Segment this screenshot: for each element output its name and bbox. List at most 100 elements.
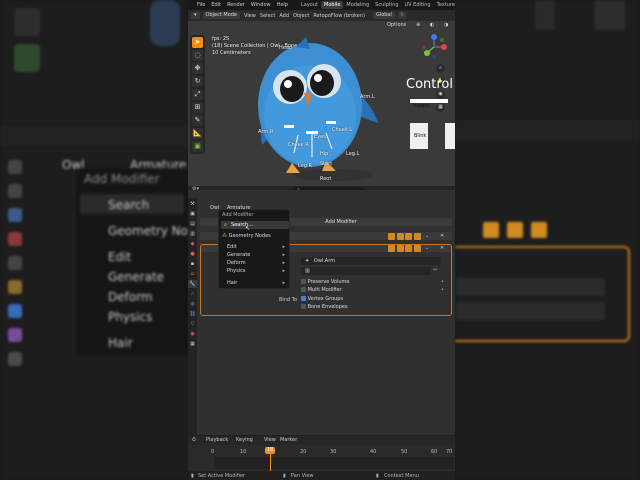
add-cube-tool-icon[interactable]: ▣	[192, 141, 203, 152]
transform-tool-icon[interactable]: ⊞	[192, 102, 203, 113]
gizmo-toggle[interactable]: ⊕	[413, 22, 424, 29]
playhead-line	[270, 454, 271, 471]
modifier-dropdown-icon[interactable]: ⌄	[425, 232, 429, 240]
checkbox-box[interactable]	[301, 287, 306, 292]
rotate-tool-icon[interactable]: ↻	[192, 76, 203, 87]
annotate-tool-icon[interactable]: ✎	[192, 115, 203, 126]
menu-search-field[interactable]: ⌕ Search...	[221, 221, 289, 229]
checkbox-box[interactable]	[301, 304, 306, 309]
invert-toggle-icon[interactable]: ↔	[433, 267, 437, 273]
viewport-toggle-icon[interactable]	[405, 233, 413, 240]
bone-head-label[interactable]: Head	[279, 45, 292, 51]
menu-item-generate[interactable]: Generate	[227, 252, 250, 258]
snap-button[interactable]: ⌇	[397, 12, 407, 19]
bone-eyes-label[interactable]: Eyes	[314, 134, 326, 140]
menu-item-edit[interactable]: Edit	[227, 244, 237, 250]
bone-leg-r-label[interactable]: Leg.R	[298, 163, 312, 169]
material-tab-icon[interactable]: ◉	[188, 330, 197, 338]
timeline-scrubber[interactable]: 0 10 20 30 40 50 60 70 18	[188, 445, 455, 471]
checkbox-multi-modifier[interactable]: Multi Modifier	[301, 287, 342, 293]
scale-tool-icon[interactable]: ⤢	[192, 89, 203, 100]
data-tab-icon[interactable]: ▽	[188, 320, 197, 328]
checkbox-vertex-groups[interactable]: Vertex Groups	[301, 296, 343, 302]
tab-mobile[interactable]: Mobile	[321, 1, 344, 9]
bone-leg-l-label[interactable]: Leg.L	[346, 151, 359, 157]
collection-tab-icon[interactable]: ▪	[188, 260, 197, 268]
menu-window[interactable]: Window	[251, 2, 271, 8]
bone-start-label[interactable]: Start	[320, 161, 332, 167]
world-tab-icon[interactable]: ●	[188, 250, 197, 258]
menu-help[interactable]: Help	[277, 2, 288, 8]
texture-tab-icon[interactable]: ▦	[188, 340, 197, 348]
timeline-track[interactable]	[214, 457, 454, 469]
retopoflow-menu[interactable]: RetopoFlow (broken)	[313, 13, 365, 19]
cursor-tool-icon[interactable]: ➤	[192, 37, 203, 48]
modifier-tab-icon[interactable]: 🔧	[188, 280, 197, 288]
bone-root-label[interactable]: Root	[320, 176, 331, 182]
armature-object-field[interactable]: ✦ Owl.Arm	[301, 257, 441, 265]
vp-menu-object[interactable]: Object	[293, 13, 309, 19]
select-tool-icon[interactable]: ◌	[192, 50, 203, 61]
zoom-icon[interactable]: ⌕	[436, 64, 445, 73]
timeline-menu-keying[interactable]: Keying	[236, 437, 253, 443]
menu-item-geometry-nodes[interactable]: ⁂ Geometry Nodes	[222, 233, 271, 239]
menu-file[interactable]: File	[197, 2, 205, 8]
render-toggle-icon[interactable]	[413, 233, 421, 240]
tab-sculpting[interactable]: Sculpting	[372, 1, 401, 9]
modifier-close-icon[interactable]: ✕	[440, 232, 444, 240]
current-frame-indicator[interactable]: 18	[265, 447, 275, 454]
timeline-menu-playback[interactable]: Playback	[206, 437, 228, 443]
vp-menu-view[interactable]: View	[244, 13, 256, 19]
menu-item-physics[interactable]: Physics	[227, 268, 246, 274]
submenu-arrow-icon: ▸	[282, 252, 285, 258]
cage-toggle-icon[interactable]	[396, 233, 404, 240]
editor-type-button[interactable]: ▾	[191, 12, 200, 19]
menu-label: Edit	[227, 244, 237, 250]
view-layer-tab-icon[interactable]: ▥	[188, 230, 197, 238]
tab-layout[interactable]: Layout	[298, 1, 321, 9]
vp-menu-add[interactable]: Add	[279, 13, 289, 19]
orientation-select[interactable]: Global	[372, 12, 395, 19]
output-tab-icon[interactable]: ▤	[188, 220, 197, 228]
menu-edit[interactable]: Edit	[211, 2, 221, 8]
tab-texture-paint[interactable]: Texture P	[434, 1, 455, 9]
tab-uv-editing[interactable]: UV Editing	[402, 1, 434, 9]
measure-tool-icon[interactable]: 📐	[192, 128, 203, 139]
checkbox-box[interactable]	[301, 279, 306, 284]
bone-arm-r-label[interactable]: Arm.R	[258, 129, 273, 135]
checkbox-bone-envelopes[interactable]: Bone Envelopes	[301, 304, 348, 310]
bone-hip-label[interactable]: Hip	[320, 151, 328, 157]
menu-item-deform[interactable]: Deform	[227, 260, 246, 266]
tab-modeling[interactable]: Modeling	[343, 1, 372, 9]
render-tab-icon[interactable]: ▣	[188, 210, 197, 218]
mode-select[interactable]: Object Mode	[202, 12, 241, 19]
scene-tab-icon[interactable]: ◆	[188, 240, 197, 248]
checkbox-box-checked[interactable]	[301, 296, 306, 301]
particles-tab-icon[interactable]: ∴	[188, 290, 197, 298]
move-tool-icon[interactable]: ✥	[192, 63, 203, 74]
control-box[interactable]	[445, 123, 455, 149]
3d-viewport[interactable]: Options ⊕ ◐ ◑ fps: 25 (18) Scene Collect…	[188, 21, 455, 186]
constraints-tab-icon[interactable]: ⛓	[188, 310, 197, 318]
edit-mode-toggle-icon[interactable]	[388, 233, 395, 240]
tool-tab-icon[interactable]: ⚒	[188, 200, 197, 208]
timeline-editor-icon[interactable]: ⏱	[192, 437, 196, 443]
navigation-gizmo[interactable]	[420, 33, 448, 61]
timeline-menu-marker[interactable]: Marker	[280, 437, 297, 443]
bone-cheek-r-label[interactable]: Cheek.R	[288, 142, 309, 148]
vp-menu-select[interactable]: Select	[260, 13, 275, 19]
bone-cheek-l-label[interactable]: Cheek.L	[332, 127, 352, 133]
bg-icon	[483, 222, 499, 238]
ortho-toggle-icon[interactable]: ▦	[436, 103, 445, 112]
menu-render[interactable]: Render	[227, 2, 245, 8]
object-tab-icon[interactable]: ▫	[188, 270, 197, 278]
timeline-menu-view[interactable]: View	[264, 437, 276, 443]
menu-item-hair[interactable]: Hair	[227, 280, 237, 286]
physics-tab-icon[interactable]: ◍	[188, 300, 197, 308]
shading-toggle[interactable]: ◐	[427, 22, 438, 29]
overlay-toggle[interactable]: ◑	[441, 22, 452, 29]
checkbox-preserve-volume[interactable]: Preserve Volume	[301, 279, 350, 285]
vertex-group-field[interactable]: ▥	[301, 267, 431, 275]
options-button[interactable]: Options	[384, 22, 410, 29]
bone-arm-l-label[interactable]: Arm.L	[360, 94, 375, 100]
